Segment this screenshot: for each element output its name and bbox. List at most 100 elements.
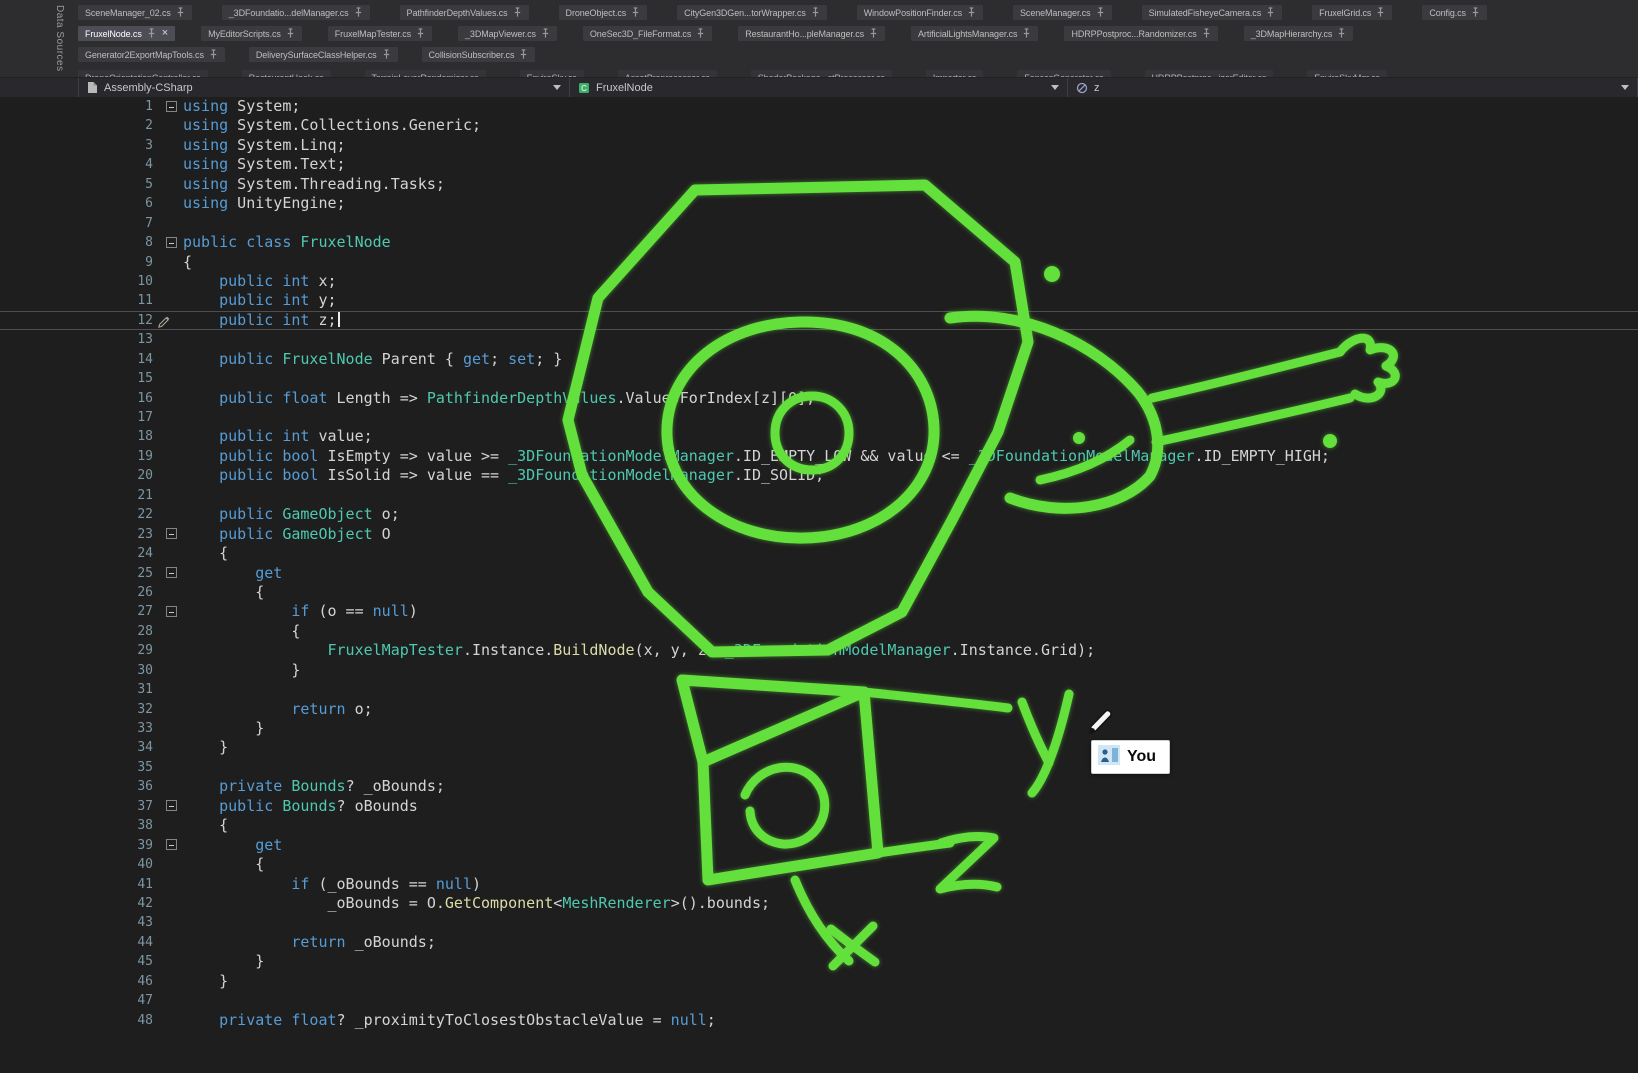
- pin-icon[interactable]: [631, 7, 640, 18]
- code-line-32[interactable]: 32 return o;: [0, 700, 1638, 719]
- type-dropdown[interactable]: C FruxelNode: [570, 78, 1068, 97]
- tab[interactable]: OneSec3D_FileFormat.cs: [583, 26, 712, 41]
- code-line-6[interactable]: 6using UnityEngine;: [0, 194, 1638, 213]
- code-line-35[interactable]: 35: [0, 758, 1638, 777]
- code-editor[interactable]: 1using System;2using System.Collections.…: [0, 97, 1638, 1073]
- code-line-44[interactable]: 44 return _oBounds;: [0, 933, 1638, 952]
- tab[interactable]: SceneManager_02.cs: [78, 5, 192, 20]
- pin-icon[interactable]: [811, 7, 820, 18]
- tab[interactable]: FruxelMapTester.cs: [328, 26, 432, 41]
- code-line-45[interactable]: 45 }: [0, 952, 1638, 971]
- tab[interactable]: FruxelGrid.cs: [1312, 5, 1392, 20]
- code-line-33[interactable]: 33 }: [0, 719, 1638, 738]
- code-line-18[interactable]: 18 public int value;: [0, 427, 1638, 446]
- close-icon[interactable]: ×: [162, 29, 168, 38]
- code-line-42[interactable]: 42 _oBounds = O.GetComponent<MeshRendere…: [0, 894, 1638, 913]
- code-line-43[interactable]: 43: [0, 913, 1638, 932]
- tab[interactable]: SimulatedFisheyeCamera.cs: [1142, 5, 1283, 20]
- code-line-31[interactable]: 31: [0, 680, 1638, 699]
- code-line-46[interactable]: 46 }: [0, 972, 1638, 991]
- tab[interactable]: DeliverySurfaceClassHelper.cs: [249, 47, 398, 62]
- pin-icon[interactable]: [513, 7, 522, 18]
- pin-icon[interactable]: [416, 28, 425, 39]
- code-line-14[interactable]: 14 public FruxelNode Parent { get; set; …: [0, 350, 1638, 369]
- code-line-38[interactable]: 38 {: [0, 816, 1638, 835]
- code-line-28[interactable]: 28 {: [0, 622, 1638, 641]
- tab[interactable]: MyEditorScripts.cs: [201, 26, 302, 41]
- code-line-1[interactable]: 1using System;: [0, 97, 1638, 116]
- code-line-16[interactable]: 16 public float Length => PathfinderDept…: [0, 389, 1638, 408]
- fold-collapse-icon[interactable]: [153, 836, 183, 855]
- code-line-25[interactable]: 25 get: [0, 564, 1638, 583]
- tab[interactable]: CollisionSubscriber.cs: [422, 47, 536, 62]
- pin-icon[interactable]: [147, 28, 156, 39]
- code-line-15[interactable]: 15: [0, 369, 1638, 388]
- code-line-21[interactable]: 21: [0, 486, 1638, 505]
- fold-collapse-icon[interactable]: [153, 602, 183, 621]
- tab[interactable]: HDRPPostproc...Randomizer.cs: [1064, 26, 1217, 41]
- code-line-29[interactable]: 29 FruxelMapTester.Instance.BuildNode(x,…: [0, 641, 1638, 660]
- tab[interactable]: _3DMapViewer.cs: [458, 26, 557, 41]
- code-line-34[interactable]: 34 }: [0, 738, 1638, 757]
- tab[interactable]: _3DFoundatio...delManager.cs: [222, 5, 370, 20]
- code-line-24[interactable]: 24 {: [0, 544, 1638, 563]
- code-line-9[interactable]: 9{: [0, 253, 1638, 272]
- project-dropdown[interactable]: Assembly-CSharp: [78, 78, 570, 97]
- code-line-48[interactable]: 48 private float? _proximityToClosestObs…: [0, 1011, 1638, 1030]
- code-line-23[interactable]: 23 public GameObject O: [0, 525, 1638, 544]
- fold-collapse-icon[interactable]: [153, 525, 183, 544]
- tab[interactable]: DroneObject.cs: [559, 5, 648, 20]
- tab[interactable]: WindowPositionFinder.cs: [857, 5, 983, 20]
- tab[interactable]: CityGen3DGen...torWrapper.cs: [677, 5, 827, 20]
- code-line-19[interactable]: 19 public bool IsEmpty => value >= _3DFo…: [0, 447, 1638, 466]
- pin-icon[interactable]: [1471, 7, 1480, 18]
- member-dropdown[interactable]: z: [1068, 78, 1638, 97]
- code-line-11[interactable]: 11 public int y;: [0, 291, 1638, 310]
- code-line-17[interactable]: 17: [0, 408, 1638, 427]
- pin-icon[interactable]: [1266, 7, 1275, 18]
- fold-collapse-icon[interactable]: [153, 564, 183, 583]
- code-line-30[interactable]: 30 }: [0, 661, 1638, 680]
- code-line-8[interactable]: 8public class FruxelNode: [0, 233, 1638, 252]
- code-line-4[interactable]: 4using System.Text;: [0, 155, 1638, 174]
- code-line-10[interactable]: 10 public int x;: [0, 272, 1638, 291]
- pin-icon[interactable]: [209, 49, 218, 60]
- code-line-22[interactable]: 22 public GameObject o;: [0, 505, 1638, 524]
- code-line-37[interactable]: 37 public Bounds? oBounds: [0, 797, 1638, 816]
- pin-icon[interactable]: [541, 28, 550, 39]
- code-line-47[interactable]: 47: [0, 991, 1638, 1010]
- code-line-27[interactable]: 27 if (o == null): [0, 602, 1638, 621]
- tab[interactable]: Generator2ExportMapTools.cs: [78, 47, 225, 62]
- code-line-2[interactable]: 2using System.Collections.Generic;: [0, 116, 1638, 135]
- code-line-26[interactable]: 26 {: [0, 583, 1638, 602]
- pin-icon[interactable]: [1096, 7, 1105, 18]
- pin-icon[interactable]: [354, 7, 363, 18]
- code-line-39[interactable]: 39 get: [0, 836, 1638, 855]
- tab[interactable]: Config.cs: [1422, 5, 1487, 20]
- pin-icon[interactable]: [1376, 7, 1385, 18]
- fold-collapse-icon[interactable]: [153, 233, 183, 252]
- tab[interactable]: SceneManager.cs: [1013, 5, 1112, 20]
- pin-icon[interactable]: [1202, 28, 1211, 39]
- code-line-13[interactable]: 13: [0, 330, 1638, 349]
- fold-collapse-icon[interactable]: [153, 97, 183, 116]
- tab[interactable]: RestaurantHo...pleManager.cs: [738, 26, 885, 41]
- pin-icon[interactable]: [519, 49, 528, 60]
- pin-icon[interactable]: [176, 7, 185, 18]
- pin-icon[interactable]: [1022, 28, 1031, 39]
- code-line-5[interactable]: 5using System.Threading.Tasks;: [0, 175, 1638, 194]
- tab[interactable]: FruxelNode.cs×: [78, 26, 175, 41]
- pin-icon[interactable]: [967, 7, 976, 18]
- pin-icon[interactable]: [382, 49, 391, 60]
- code-line-40[interactable]: 40 {: [0, 855, 1638, 874]
- code-line-3[interactable]: 3using System.Linq;: [0, 136, 1638, 155]
- fold-collapse-icon[interactable]: [153, 797, 183, 816]
- code-line-20[interactable]: 20 public bool IsSolid => value == _3DFo…: [0, 466, 1638, 485]
- tab[interactable]: ArtificialLightsManager.cs: [911, 26, 1038, 41]
- code-line-41[interactable]: 41 if (_oBounds == null): [0, 875, 1638, 894]
- code-line-36[interactable]: 36 private Bounds? _oBounds;: [0, 777, 1638, 796]
- data-sources-side-tab[interactable]: Data Sources: [54, 5, 65, 72]
- code-line-12[interactable]: 12 public int z;: [0, 311, 1638, 330]
- tab[interactable]: PathfinderDepthValues.cs: [400, 5, 529, 20]
- pin-icon[interactable]: [696, 28, 705, 39]
